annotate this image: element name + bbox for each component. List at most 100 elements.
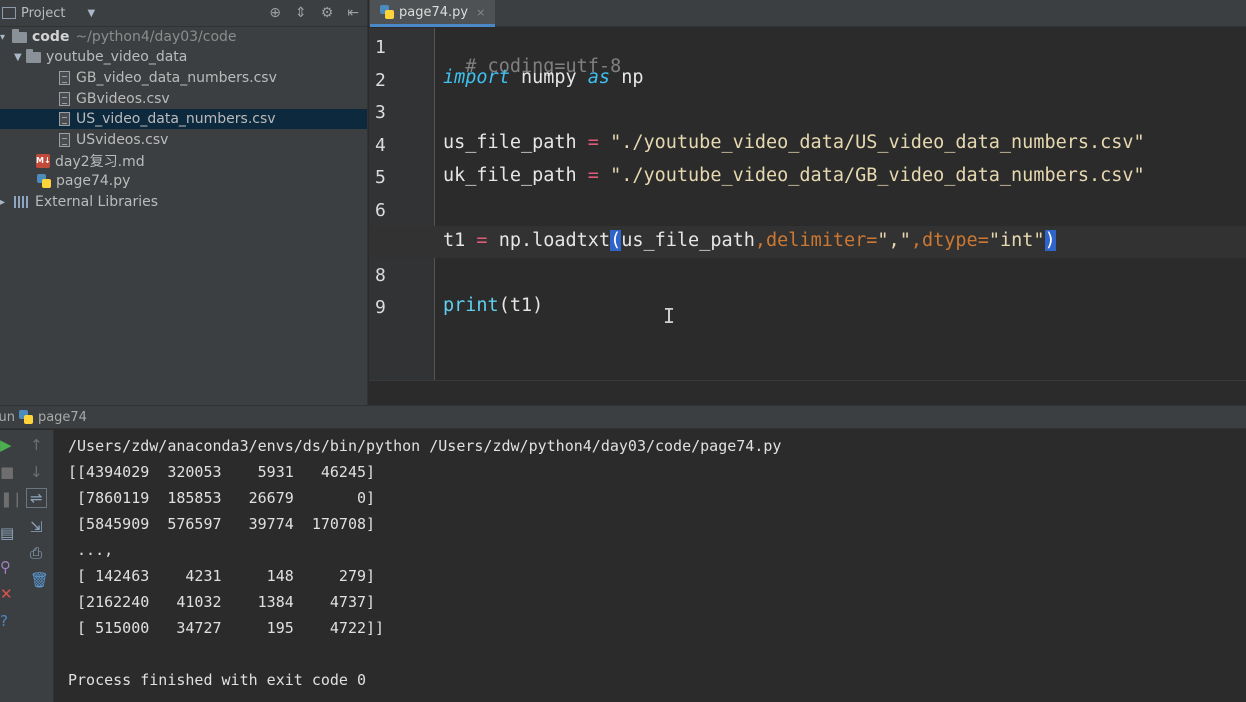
code-operator: =	[476, 230, 488, 251]
tab-label: page74.py	[399, 4, 469, 20]
console-line: /Users/zdw/anaconda3/envs/ds/bin/python …	[68, 437, 782, 455]
chevron-down-icon[interactable]: ▾	[0, 32, 12, 43]
line-number: 1	[375, 37, 386, 58]
folder-icon	[26, 48, 41, 63]
project-title: Project	[21, 5, 66, 21]
collapse-all-icon[interactable]: ⇕	[295, 5, 307, 21]
editor-tab-bar: page74.py ×	[369, 0, 1246, 27]
tree-item-youtube-video-data[interactable]: ▼ youtube_video_data	[14, 47, 187, 67]
code-param: dtype	[921, 230, 978, 251]
tree-item-label: page74.py	[56, 173, 131, 189]
chevron-right-icon[interactable]: ▸	[0, 197, 14, 208]
code-alias: np	[610, 67, 644, 88]
text-cursor-icon: I	[663, 304, 676, 328]
console-line: [2162240 41032 1384 4737]	[68, 593, 376, 611]
rerun-icon[interactable]: ▶	[0, 436, 12, 454]
line-number: 2	[375, 70, 386, 91]
tree-root-path: ~/python4/day03/code	[75, 29, 237, 45]
tree-item-label: GBvideos.csv	[76, 91, 170, 107]
code-operator: =	[587, 165, 599, 186]
tree-item-label: External Libraries	[35, 194, 158, 210]
console-line: [[4394029 320053 5931 46245]	[68, 463, 376, 481]
code-variable: us_file_path	[443, 132, 588, 153]
console-line: [ 142463 4231 148 279]	[68, 567, 376, 585]
tree-item-gbvideos-csv[interactable]: GBvideos.csv	[59, 89, 170, 109]
code-bracket-highlight: (	[610, 230, 622, 251]
run-config-name[interactable]: page74	[38, 410, 87, 425]
tree-item-label: day2复习.md	[55, 154, 145, 170]
tree-item-label: youtube_video_data	[46, 49, 188, 65]
run-toolbar-secondary: ↑ ↓ ⇌ ⇲ ⎙ 🗑	[18, 430, 54, 702]
code-string: "int"	[988, 230, 1045, 251]
project-toolbar: ⊕ ⇕ ⚙ ⇤	[269, 5, 359, 21]
help-icon[interactable]: ?	[0, 612, 8, 630]
library-icon	[14, 196, 30, 208]
run-panel-header: Run page74	[0, 405, 1246, 429]
code-bracket-highlight: )	[1044, 230, 1056, 251]
tree-item-external-libraries[interactable]: ▸ External Libraries	[0, 192, 158, 212]
code-string: "./youtube_video_data/US_video_data_numb…	[598, 132, 1145, 153]
code-comma: ,	[754, 230, 767, 251]
python-file-icon	[37, 174, 51, 188]
tree-item-label: US_video_data_numbers.csv	[76, 111, 276, 127]
code-keyword: import	[443, 67, 510, 88]
code-function: print	[443, 295, 499, 316]
close-run-icon[interactable]: ✕	[0, 585, 13, 603]
print-icon[interactable]: ⎙	[30, 544, 42, 562]
tree-item-label: GB_video_data_numbers.csv	[76, 70, 277, 86]
code-line-7[interactable]: t1 = np.loadtxt(us_file_path,delimiter="…	[443, 230, 1056, 256]
editor-bottom-strip	[369, 380, 1246, 405]
close-icon[interactable]: ×	[476, 6, 485, 19]
code-operator: =	[587, 132, 599, 153]
code-operator: =	[866, 230, 878, 251]
console-line: Process finished with exit code 0	[68, 671, 367, 689]
line-number: 4	[375, 135, 386, 156]
chevron-down-icon[interactable]: ▼	[14, 52, 26, 63]
tree-item-label: USvideos.csv	[76, 132, 169, 148]
project-panel-header[interactable]: Project ▼ ⊕ ⇕ ⚙ ⇤	[0, 0, 367, 27]
stop-icon[interactable]: ■	[0, 463, 14, 481]
code-module: numpy	[509, 67, 588, 88]
code-line-9[interactable]: print(t1)	[443, 295, 543, 321]
run-label: Run	[0, 409, 15, 425]
tree-item-usvideos-csv[interactable]: USvideos.csv	[59, 130, 168, 150]
code-variable: uk_file_path	[443, 165, 588, 186]
python-file-icon	[18, 410, 33, 424]
code-line-1[interactable]: # coding=utf-8	[443, 35, 621, 77]
folder-icon	[12, 28, 27, 43]
python-file-icon	[380, 5, 394, 19]
line-number: 6	[375, 200, 386, 221]
code-param: delimiter	[766, 230, 867, 251]
soft-wrap-icon[interactable]: ⇌	[26, 488, 47, 508]
tree-item-gb-numbers-csv[interactable]: GB_video_data_numbers.csv	[59, 68, 277, 88]
tree-root[interactable]: ▾ code ~/python4/day03/code	[0, 27, 237, 47]
code-line-5[interactable]: uk_file_path = "./youtube_video_data/GB_…	[443, 165, 1145, 191]
code-line-4[interactable]: us_file_path = "./youtube_video_data/US_…	[443, 132, 1145, 158]
tree-item-page74-py[interactable]: page74.py	[37, 171, 130, 191]
scroll-from-source-icon[interactable]: ⊕	[269, 5, 281, 21]
project-panel: Project ▼ ⊕ ⇕ ⚙ ⇤ ▾ code ~/python4/day03…	[0, 0, 368, 405]
pin-tab-icon[interactable]: ⚲	[0, 558, 11, 576]
tree-item-day2-md[interactable]: M↓ day2复习.md	[36, 151, 145, 171]
hide-panel-icon[interactable]: ⇤	[347, 5, 359, 21]
dump-threads-icon[interactable]: ▤	[0, 524, 14, 542]
code-line-2[interactable]: import numpy as np	[443, 67, 644, 93]
gear-icon[interactable]: ⚙	[321, 5, 334, 21]
chevron-down-icon[interactable]: ▼	[87, 8, 95, 19]
tree-root-label: code	[32, 29, 70, 45]
tree-item-us-numbers-csv[interactable]: US_video_data_numbers.csv	[0, 109, 367, 129]
console-line: [7860119 185853 26679 0]	[68, 489, 376, 507]
code-string: "./youtube_video_data/GB_video_data_numb…	[598, 165, 1145, 186]
code-argument: us_file_path	[621, 230, 755, 251]
code-arguments: (t1)	[498, 295, 544, 316]
console-line: [ 515000 34727 195 4722]]	[68, 619, 385, 637]
arrow-up-icon[interactable]: ↑	[30, 436, 43, 454]
run-toolbar-primary: ▶ ■ ❚❚ ▤ ⚲ ✕ ?	[0, 430, 25, 702]
trash-icon[interactable]: 🗑	[30, 571, 49, 589]
project-icon	[2, 7, 16, 19]
arrow-down-icon[interactable]: ↓	[30, 463, 43, 481]
tab-page74-py[interactable]: page74.py ×	[370, 0, 496, 27]
scroll-to-end-icon[interactable]: ⇲	[30, 518, 43, 536]
console-line: ...,	[68, 541, 114, 559]
code-comma: ,	[910, 230, 922, 251]
